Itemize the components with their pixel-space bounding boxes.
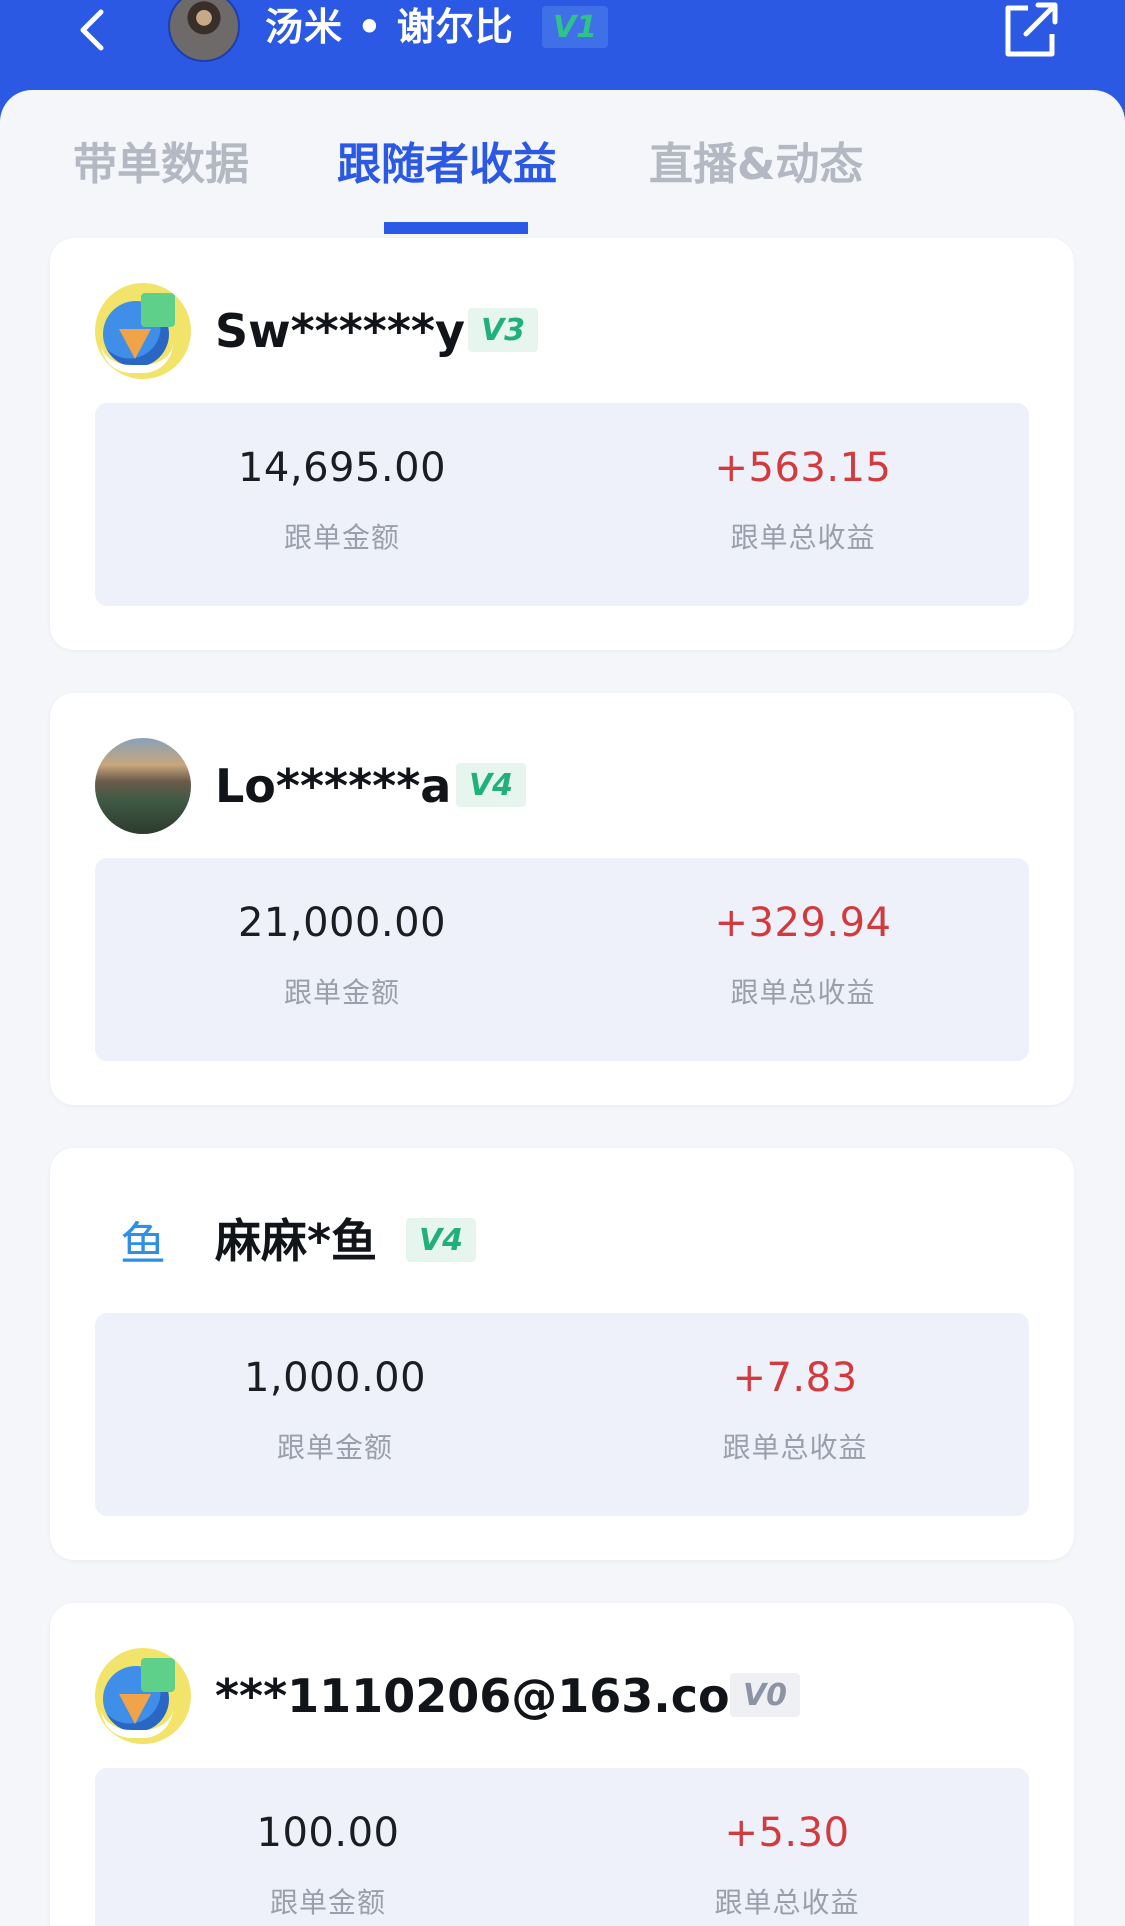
- follow-amount-label: 跟单金额: [283, 521, 400, 554]
- stats-panel: 1,000.00 跟单金额 +7.83 跟单总收益: [95, 1313, 1029, 1516]
- total-profit-label: 跟单总收益: [714, 1886, 860, 1919]
- follow-amount-stat: 21,000.00 跟单金额: [162, 858, 522, 1061]
- total-profit-value: +563.15: [714, 445, 892, 491]
- follower-card[interactable]: Lo******a V4 21,000.00 跟单金额 +329.94 跟单总收…: [50, 693, 1074, 1105]
- total-profit-label: 跟单总收益: [730, 976, 876, 1009]
- level-badge: V3: [468, 308, 538, 352]
- trader-name: 汤米 • 谢尔比: [265, 5, 514, 49]
- trader-avatar[interactable]: [168, 0, 240, 62]
- total-profit-stat: +7.83 跟单总收益: [615, 1313, 975, 1516]
- tab-live-feed[interactable]: 直播&动态: [649, 130, 863, 200]
- total-profit-stat: +5.30 跟单总收益: [607, 1768, 967, 1926]
- total-profit-stat: +329.94 跟单总收益: [623, 858, 983, 1061]
- total-profit-value: +7.83: [732, 1355, 858, 1401]
- back-button[interactable]: [62, 0, 122, 60]
- tab-trading-data[interactable]: 带单数据: [73, 130, 249, 200]
- share-button[interactable]: [995, 0, 1065, 60]
- follow-amount-value: 21,000.00: [237, 900, 447, 946]
- total-profit-label: 跟单总收益: [730, 521, 876, 554]
- follower-name: Lo******a: [215, 759, 452, 813]
- total-profit-label: 跟单总收益: [722, 1431, 868, 1464]
- follower-name: ***1110206@163.com: [215, 1669, 778, 1723]
- follower-card[interactable]: 鱼 麻麻*鱼 V4 1,000.00 跟单金额 +7.83 跟单总收益: [50, 1148, 1074, 1560]
- follow-amount-value: 14,695.00: [237, 445, 447, 491]
- follow-amount-label: 跟单金额: [283, 976, 400, 1009]
- tab-follower-earnings[interactable]: 跟随者收益: [337, 130, 557, 200]
- pizza-globe-avatar: [95, 283, 191, 379]
- follower-name: Sw******y: [215, 304, 465, 358]
- chevron-left-icon: [80, 9, 104, 51]
- total-profit-value: +329.94: [714, 900, 892, 946]
- follow-amount-label: 跟单金额: [276, 1431, 393, 1464]
- text-avatar: 鱼: [120, 1217, 166, 1271]
- tab-bar: 带单数据 跟随者收益 直播&动态: [0, 90, 1125, 238]
- stats-panel: 21,000.00 跟单金额 +329.94 跟单总收益: [95, 858, 1029, 1061]
- follow-amount-value: 1,000.00: [243, 1355, 427, 1401]
- follower-card[interactable]: Sw******y V3 14,695.00 跟单金额 +563.15 跟单总收…: [50, 238, 1074, 650]
- mountain-photo-avatar: [95, 738, 191, 834]
- stats-panel: 100.00 跟单金额 +5.30 跟单总收益: [95, 1768, 1029, 1926]
- follower-card[interactable]: ***1110206@163.com V0 100.00 跟单金额 +5.30 …: [50, 1603, 1074, 1926]
- follow-amount-stat: 14,695.00 跟单金额: [162, 403, 522, 606]
- follow-amount-stat: 1,000.00 跟单金额: [155, 1313, 515, 1516]
- follow-amount-value: 100.00: [256, 1810, 400, 1856]
- total-profit-stat: +563.15 跟单总收益: [623, 403, 983, 606]
- active-tab-indicator: [384, 222, 528, 234]
- level-badge: V4: [406, 1218, 476, 1262]
- follow-amount-label: 跟单金额: [269, 1886, 386, 1919]
- pizza-globe-avatar: [95, 1648, 191, 1744]
- level-badge: V4: [456, 763, 526, 807]
- content-sheet: 带单数据 跟随者收益 直播&动态 Sw******y V3 14,695.00 …: [0, 90, 1125, 1926]
- total-profit-value: +5.30: [724, 1810, 850, 1856]
- top-bar: 汤米 • 谢尔比 V1: [0, 0, 1125, 95]
- stats-panel: 14,695.00 跟单金额 +563.15 跟单总收益: [95, 403, 1029, 606]
- follower-name: 麻麻*鱼: [215, 1214, 378, 1268]
- share-icon: [1005, 2, 1058, 57]
- trader-level-badge: V1: [542, 6, 608, 48]
- follow-amount-stat: 100.00 跟单金额: [148, 1768, 508, 1926]
- level-badge: V0: [730, 1673, 800, 1717]
